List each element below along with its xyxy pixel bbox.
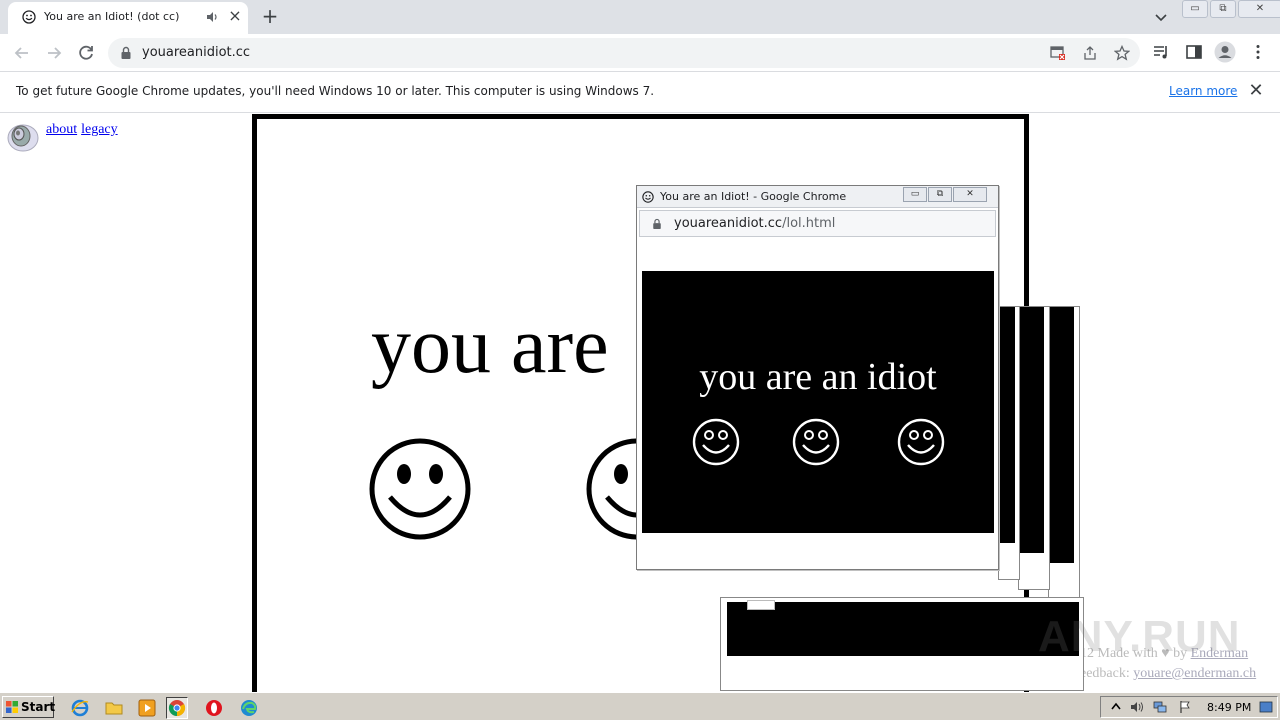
chrome-icon[interactable] [166, 697, 188, 719]
popup-headline: you are an idiot [699, 356, 937, 398]
popup-minimize-button[interactable]: ▭ [903, 187, 927, 202]
popup-trail [998, 306, 1020, 580]
smiley-icon [692, 418, 740, 466]
toolbar: youareanidiot.cc [0, 34, 1280, 72]
popup-window-controls: ▭ ⧉ ✕ [903, 187, 988, 202]
popup-trail [1048, 306, 1080, 598]
big-headline: you are [371, 302, 609, 390]
tab-title: You are an Idiot! (dot cc) [44, 10, 180, 23]
smiley-favicon-icon [22, 10, 36, 24]
reading-list-icon[interactable] [1152, 43, 1170, 61]
show-desktop-icon[interactable] [1259, 700, 1273, 714]
smiley-icon [897, 418, 945, 466]
feedback-prefix: eedback: [1080, 666, 1134, 681]
forward-arrow-icon[interactable] [43, 42, 65, 64]
feedback-email-link[interactable]: youare@enderman.ch [1133, 666, 1256, 681]
learn-more-link[interactable]: Learn more [1169, 84, 1237, 98]
tab-close-icon[interactable]: × [226, 7, 244, 25]
popup-trail [1018, 306, 1050, 590]
infobar-close-icon[interactable]: ✕ [1248, 81, 1264, 101]
popup-title: You are an Idiot! - Google Chrome [660, 190, 847, 203]
edge-icon[interactable] [239, 698, 259, 718]
media-player-icon[interactable] [137, 698, 157, 718]
popup-url: youareanidiot.cc/lol.html [674, 216, 835, 231]
address-url: youareanidiot.cc [142, 45, 251, 60]
smiley-favicon-icon [642, 191, 654, 203]
popup-content: you are an idiot [642, 271, 994, 533]
popup-close-button[interactable]: ✕ [953, 187, 987, 202]
start-label: Start [21, 700, 56, 714]
new-tab-icon[interactable]: + [258, 4, 282, 28]
reload-icon[interactable] [75, 42, 97, 64]
share-icon[interactable] [1082, 45, 1098, 61]
lock-icon[interactable] [120, 46, 132, 60]
popup-titlebar[interactable]: You are an Idiot! - Google Chrome ▭ ⧉ ✕ [637, 186, 998, 208]
popup-window[interactable]: You are an Idiot! - Google Chrome ▭ ⧉ ✕ … [636, 185, 999, 570]
bookmark-star-icon[interactable] [1114, 45, 1130, 61]
smiley-icon [369, 438, 471, 540]
speaker-icon[interactable] [7, 120, 41, 152]
popup-trail [720, 597, 1084, 691]
tab-strip: You are an Idiot! (dot cc) × + ▭ ⧉ ✕ [0, 0, 1280, 34]
about-link[interactable]: about [46, 122, 77, 137]
windows-flag-icon [6, 701, 18, 713]
page-links: about legacy [46, 122, 122, 138]
credit-line-2: eedback: youare@enderman.ch [1080, 666, 1256, 682]
anyrun-watermark: ANY.RUN [1038, 612, 1241, 661]
network-icon[interactable] [1153, 700, 1167, 714]
profile-avatar-icon[interactable] [1214, 41, 1236, 63]
opera-icon[interactable] [204, 698, 224, 718]
minimize-button[interactable]: ▭ [1182, 0, 1208, 18]
update-infobar: To get future Google Chrome updates, you… [0, 72, 1280, 113]
taskbar-clock: 8:49 PM [1207, 701, 1252, 714]
close-window-button[interactable]: ✕ [1238, 0, 1280, 18]
screen: You are an Idiot! (dot cc) × + ▭ ⧉ ✕ you… [0, 0, 1280, 720]
tray-expand-icon[interactable] [1109, 700, 1123, 714]
address-bar[interactable]: youareanidiot.cc [108, 38, 1140, 68]
volume-icon[interactable] [1130, 700, 1144, 714]
action-center-flag-icon[interactable] [1178, 700, 1192, 714]
kebab-menu-icon[interactable] [1249, 43, 1267, 61]
lock-icon[interactable] [652, 218, 662, 230]
popup-address-bar[interactable]: youareanidiot.cc/lol.html [639, 210, 996, 237]
popup-url-path: /lol.html [782, 216, 836, 231]
start-button[interactable]: Start [2, 696, 56, 718]
legacy-link[interactable]: legacy [81, 122, 118, 137]
window-controls: ▭ ⧉ ✕ [1182, 0, 1280, 18]
side-panel-icon[interactable] [1185, 43, 1203, 61]
internet-explorer-icon[interactable] [70, 698, 90, 718]
chevron-down-icon[interactable] [1150, 6, 1172, 28]
popup-url-host: youareanidiot.cc [674, 216, 783, 231]
popup-blocked-icon[interactable] [1050, 45, 1066, 61]
popup-restore-button[interactable]: ⧉ [928, 187, 952, 202]
tab-youareanidiot[interactable]: You are an Idiot! (dot cc) × [8, 2, 248, 34]
folder-icon[interactable] [104, 698, 124, 718]
infobar-message: To get future Google Chrome updates, you… [16, 84, 655, 98]
back-arrow-icon[interactable] [11, 42, 33, 64]
speaker-audio-icon[interactable] [205, 10, 219, 24]
smiley-icon [792, 418, 840, 466]
taskbar: Start 8:49 PM [0, 692, 1280, 720]
restore-button[interactable]: ⧉ [1210, 0, 1236, 18]
